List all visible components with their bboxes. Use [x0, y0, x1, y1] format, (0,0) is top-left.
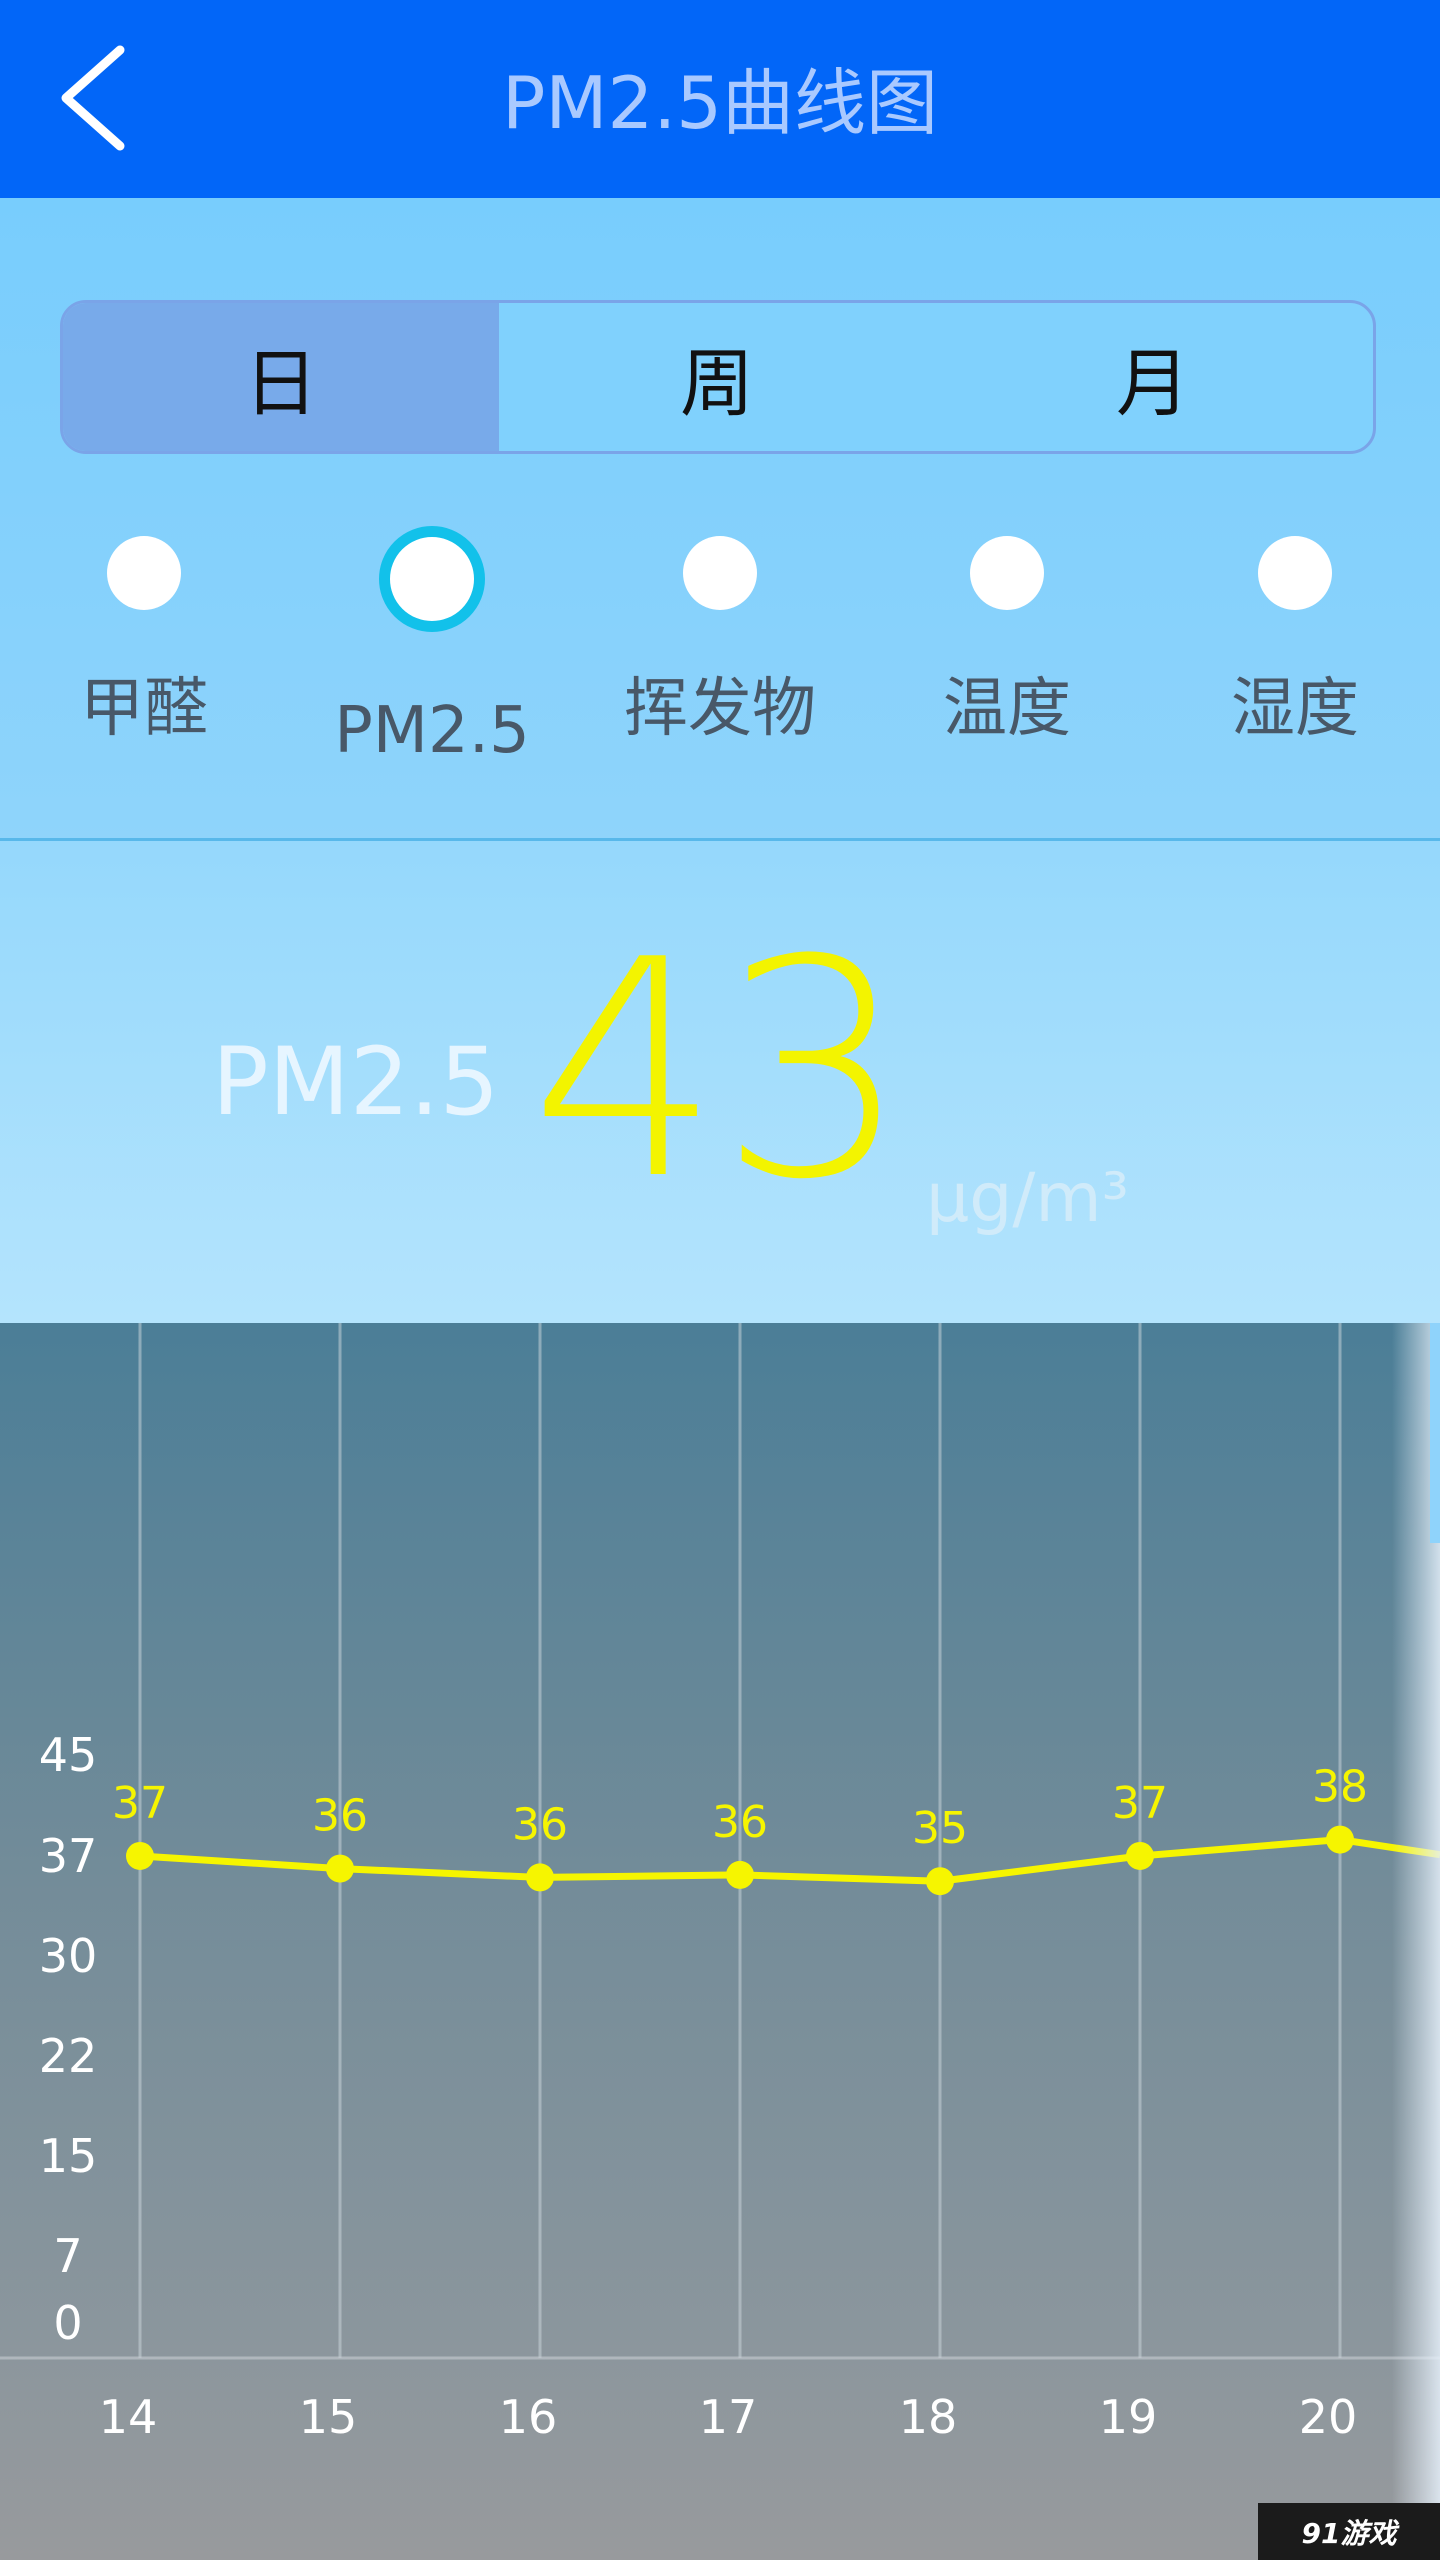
data-label: 36 [712, 1797, 768, 1848]
x-tick-label: 19 [1099, 2390, 1158, 2444]
current-reading: PM2.5 43 μg/m³ [0, 841, 1440, 1323]
metric-voc[interactable]: 挥发物 [576, 516, 864, 754]
watermark-text: 91游戏 [1301, 2516, 1397, 2550]
metric-label: 湿度 [1231, 672, 1359, 746]
tab-month[interactable]: 月 [935, 303, 1371, 451]
period-tabs: 日 周 月 [60, 300, 1376, 454]
radio-button[interactable] [970, 536, 1044, 610]
scroll-edge [1430, 1323, 1440, 1543]
data-point [926, 1867, 954, 1896]
data-label: 36 [312, 1791, 368, 1842]
data-label: 37 [112, 1778, 168, 1829]
chart-svg: 45 37 30 22 15 7 0 14 15 16 17 18 19 20 37 36 36 36 35 37 38 [0, 1323, 1440, 2444]
x-tick-label: 20 [1299, 2390, 1358, 2444]
y-tick-label: 30 [39, 1929, 98, 1983]
data-label: 38 [1312, 1762, 1368, 1813]
radio-button[interactable] [1258, 536, 1332, 610]
metric-humidity[interactable]: 湿度 [1151, 516, 1439, 754]
x-tick-label: 15 [299, 2390, 358, 2444]
y-tick-label: 15 [39, 2129, 98, 2183]
watermark-logo: 91游戏 [1258, 2503, 1440, 2560]
metric-label: 甲醛 [80, 672, 208, 746]
tab-day[interactable]: 日 [63, 303, 499, 451]
y-tick-label: 0 [53, 2296, 82, 2350]
data-point [326, 1854, 354, 1883]
x-tick-label: 18 [899, 2390, 958, 2444]
line-chart: 45 37 30 22 15 7 0 14 15 16 17 18 19 20 37 36 36 36 35 37 38 [0, 1323, 1440, 2560]
radio-button[interactable] [107, 536, 181, 610]
radio-button[interactable] [683, 536, 757, 610]
y-tick-label: 7 [53, 2229, 82, 2283]
radio-button[interactable] [379, 526, 485, 632]
header-bar: PM2.5曲线图 [0, 0, 1440, 198]
x-tick-label: 14 [99, 2390, 158, 2444]
metric-label: 挥发物 [624, 672, 816, 746]
y-tick-label: 22 [39, 2029, 98, 2083]
metric-label: 温度 [943, 672, 1071, 746]
data-point [1126, 1841, 1154, 1870]
data-point [726, 1860, 754, 1889]
data-point [526, 1863, 554, 1892]
x-tick-label: 16 [499, 2390, 558, 2444]
metric-temperature[interactable]: 温度 [863, 516, 1151, 754]
data-label: 35 [912, 1803, 968, 1854]
data-point [126, 1841, 154, 1870]
y-tick-label: 45 [39, 1728, 98, 1782]
data-label: 37 [1112, 1778, 1168, 1829]
metric-label: PM2.5 [334, 694, 530, 768]
y-tick-label: 37 [39, 1829, 98, 1883]
data-label: 36 [512, 1799, 568, 1850]
tab-week[interactable]: 周 [499, 303, 935, 451]
reading-unit: μg/m³ [926, 1159, 1129, 1238]
data-point [1326, 1825, 1354, 1854]
page-title: PM2.5曲线图 [501, 61, 939, 145]
metric-pm25[interactable]: PM2.5 [288, 516, 576, 776]
x-tick-label: 17 [699, 2390, 758, 2444]
reading-label: PM2.5 [212, 1028, 500, 1137]
metric-formaldehyde[interactable]: 甲醛 [0, 516, 288, 754]
reading-value: 43 [530, 896, 910, 1245]
